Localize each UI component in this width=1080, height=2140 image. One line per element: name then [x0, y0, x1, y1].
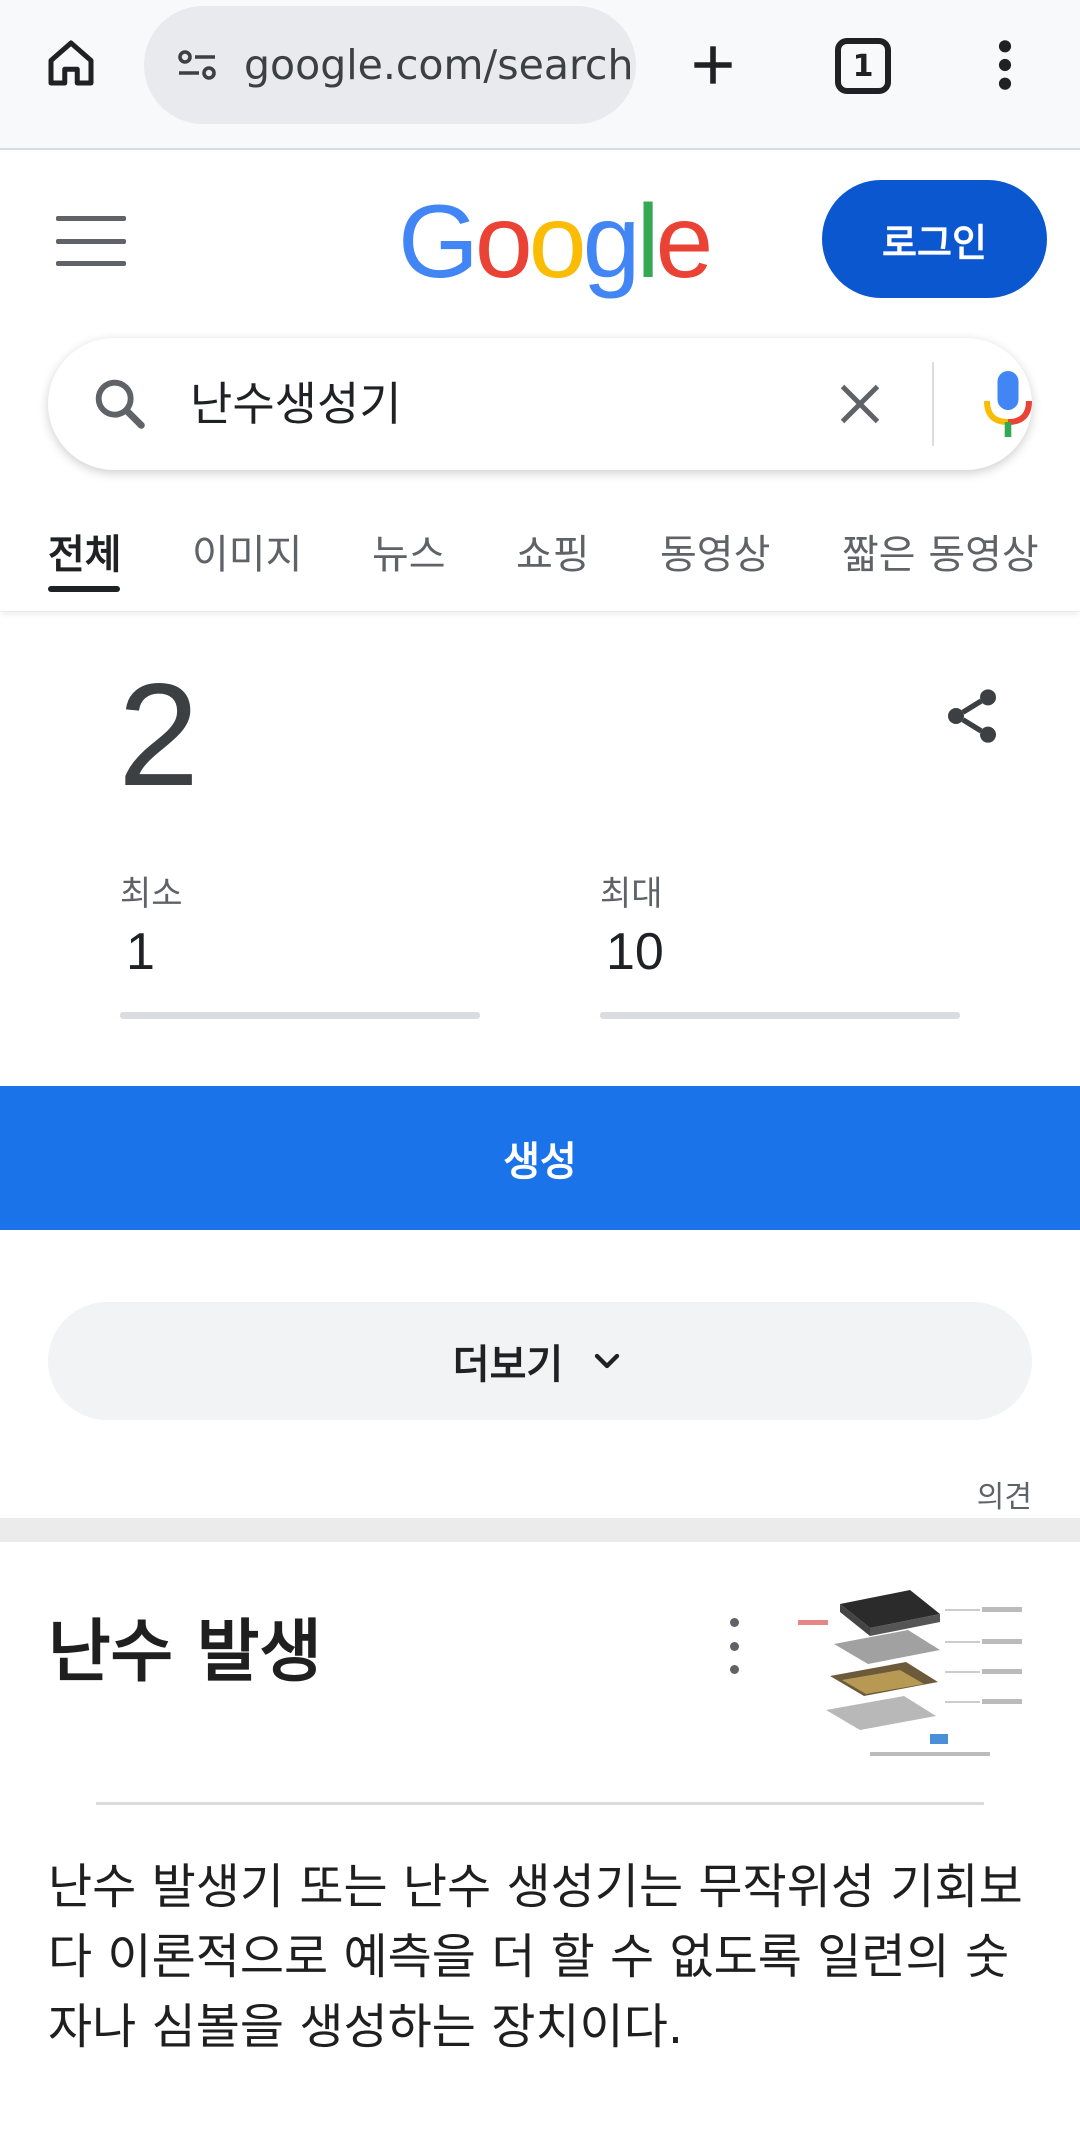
generate-button[interactable]: 생성 [0, 1086, 1080, 1230]
home-icon[interactable] [36, 28, 106, 98]
browser-toolbar: google.com/search 1 [0, 0, 1080, 150]
feedback-link[interactable]: 의견 [977, 1472, 1032, 1516]
tab-short-videos[interactable]: 짧은 동영상 [842, 522, 1039, 580]
knowledge-title: 난수 발생 [48, 1613, 322, 1692]
url-text: google.com/search [244, 41, 634, 89]
address-bar[interactable]: google.com/search [144, 6, 636, 124]
new-tab-icon[interactable] [678, 30, 748, 100]
tab-switcher-icon[interactable]: 1 [835, 38, 891, 94]
max-input[interactable]: 10 [600, 922, 960, 992]
menu-icon[interactable] [56, 216, 126, 266]
search-tabs: 전체 이미지 뉴스 쇼핑 동영상 짧은 동영상 [0, 500, 1080, 612]
active-tab-indicator [48, 586, 120, 592]
rng-result: 2 [118, 653, 200, 816]
search-icon[interactable] [88, 372, 152, 436]
tab-news[interactable]: 뉴스 [372, 522, 446, 580]
search-divider [932, 362, 934, 446]
site-info-icon[interactable] [170, 38, 224, 92]
section-separator [0, 1518, 1080, 1542]
more-vert-icon[interactable] [985, 30, 1025, 100]
tab-shopping[interactable]: 쇼핑 [516, 522, 590, 580]
more-vert-icon[interactable] [712, 1618, 756, 1674]
clear-icon[interactable] [830, 374, 890, 434]
tab-all[interactable]: 전체 [48, 522, 122, 580]
microphone-icon[interactable] [978, 368, 1038, 440]
more-button[interactable]: 더보기 [48, 1302, 1032, 1420]
max-label: 최대 [600, 874, 663, 914]
share-icon[interactable] [940, 684, 1004, 748]
search-box[interactable]: 난수생성기 [48, 338, 1032, 470]
search-input[interactable]: 난수생성기 [190, 368, 402, 440]
tab-videos[interactable]: 동영상 [660, 522, 770, 580]
knowledge-divider [96, 1802, 984, 1805]
min-label: 최소 [120, 874, 183, 914]
google-logo[interactable]: Google [398, 190, 713, 294]
chevron-down-icon [595, 1353, 620, 1369]
max-input-underline [600, 1012, 960, 1019]
knowledge-description: 난수 발생기 또는 난수 생성기는 무작위성 기회보다 이론적으로 예측을 더 … [48, 1859, 1023, 2055]
tab-count: 1 [852, 48, 874, 84]
login-button[interactable]: 로그인 [822, 180, 1047, 298]
min-input-underline [120, 1012, 480, 1019]
random-number-generator: 2 최소 1 최대 10 생성 [0, 612, 1080, 1242]
more-label: 더보기 [452, 1342, 564, 1388]
tab-images[interactable]: 이미지 [192, 522, 302, 580]
knowledge-image[interactable] [790, 1584, 1030, 1770]
min-input[interactable]: 1 [120, 922, 480, 992]
google-header: Google 로그인 [0, 150, 1080, 330]
